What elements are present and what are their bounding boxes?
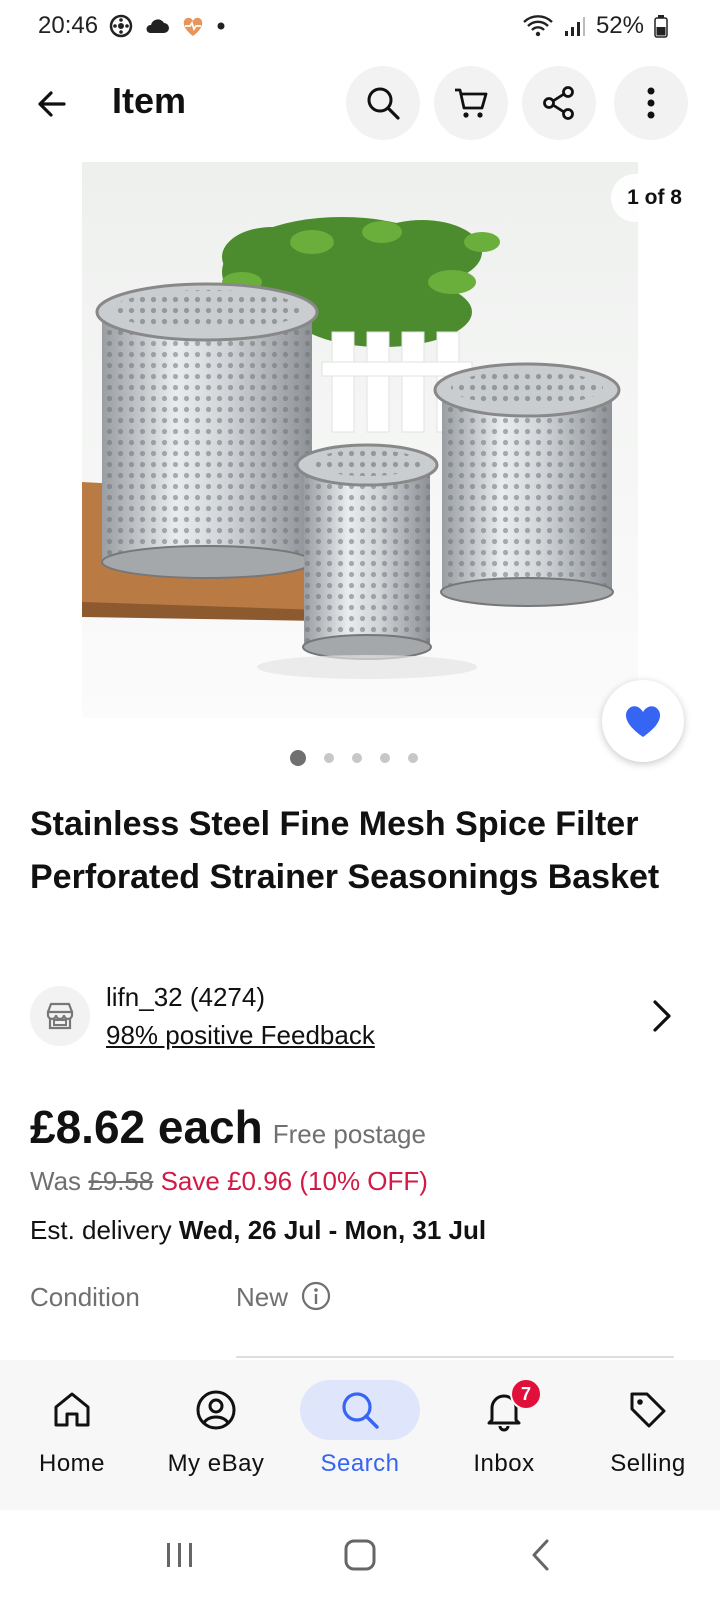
savings-text: Save £0.96 (10% OFF)	[160, 1166, 428, 1196]
status-right: 52%	[522, 12, 668, 40]
back-system-button[interactable]	[510, 1525, 570, 1585]
back-button[interactable]	[30, 82, 74, 126]
heart-icon	[625, 706, 661, 737]
nav-selling-label: Selling	[610, 1450, 686, 1477]
cart-button[interactable]	[434, 66, 508, 140]
gallery-pagination	[290, 750, 418, 766]
inbox-badge: 7	[510, 1378, 542, 1410]
share-icon	[543, 86, 574, 120]
more-vertical-icon	[647, 87, 655, 119]
pagination-dot-2[interactable]	[324, 753, 334, 763]
pagination-dot-1[interactable]	[290, 750, 306, 766]
search-button[interactable]	[346, 66, 420, 140]
cart-icon	[455, 88, 488, 118]
recents-icon	[167, 1543, 192, 1567]
nav-my-ebay-label: My eBay	[167, 1450, 265, 1477]
recents-button[interactable]	[150, 1525, 210, 1585]
battery-percent: 52%	[595, 12, 644, 39]
section-divider	[236, 1356, 674, 1358]
chevron-left-icon	[532, 1539, 549, 1571]
tag-icon	[630, 1392, 666, 1428]
nav-home-label: Home	[38, 1450, 106, 1477]
app-bar: Item	[0, 62, 720, 142]
image-gallery[interactable]: 1 of 8	[0, 162, 720, 762]
nav-inbox[interactable]: 7 Inbox	[432, 1360, 576, 1510]
clock: 20:46	[38, 12, 99, 39]
bottom-nav: Home My eBay Search 7 Inbox Selling	[0, 1360, 720, 1510]
nav-search-icon-wrap	[300, 1380, 420, 1440]
nav-inbox-icon-wrap: 7	[444, 1378, 564, 1440]
price-row: £8.62 each Free postage	[30, 1100, 426, 1154]
nav-home[interactable]: Home	[0, 1360, 144, 1510]
status-bar: 20:46 52%	[0, 0, 720, 52]
nav-search[interactable]: Search	[288, 1360, 432, 1510]
app-notification-icon	[108, 13, 134, 39]
share-button[interactable]	[522, 66, 596, 140]
delivery-row: Est. delivery Wed, 26 Jul - Mon, 31 Jul	[30, 1215, 486, 1246]
system-nav-bar	[0, 1510, 720, 1600]
status-left: 20:46	[38, 12, 226, 40]
pagination-dot-3[interactable]	[352, 753, 362, 763]
item-price: £8.62 each	[30, 1101, 263, 1153]
search-icon	[367, 87, 400, 120]
item-title: Stainless Steel Fine Mesh Spice Filter P…	[30, 805, 660, 896]
nav-selling-icon-wrap	[588, 1380, 708, 1440]
postage-info: Free postage	[272, 1119, 426, 1149]
seller-avatar	[30, 986, 90, 1046]
seller-card[interactable]: lifn_32 (4274) 98% positive Feedback	[30, 982, 690, 1062]
store-icon	[46, 1002, 74, 1030]
condition-value: New	[236, 1282, 289, 1312]
pagination-dot-5[interactable]	[408, 753, 418, 763]
condition-row: Condition New	[30, 1280, 690, 1322]
was-label: Was	[30, 1166, 82, 1196]
nav-search-label: Search	[320, 1450, 400, 1477]
account-icon	[196, 1390, 236, 1430]
home-square-icon	[344, 1539, 376, 1571]
nav-inbox-label: Inbox	[473, 1450, 535, 1477]
pagination-dot-4[interactable]	[380, 753, 390, 763]
was-price-row: Was £9.58 Save £0.96 (10% OFF)	[30, 1166, 428, 1197]
condition-label: Condition	[30, 1282, 140, 1312]
more-options-button[interactable]	[614, 66, 688, 140]
nav-my-ebay-icon-wrap	[156, 1380, 276, 1440]
home-system-button[interactable]	[330, 1525, 390, 1585]
arrow-left-icon	[38, 91, 66, 117]
page-title: Item	[112, 80, 187, 121]
battery-icon	[654, 14, 668, 38]
search-icon	[342, 1392, 379, 1429]
wifi-icon	[522, 14, 554, 38]
home-icon	[54, 1392, 90, 1427]
signal-icon	[564, 15, 586, 37]
watch-button[interactable]	[602, 680, 684, 762]
delivery-label: Est. delivery	[30, 1215, 172, 1245]
product-image	[82, 162, 638, 718]
nav-home-icon-wrap	[12, 1380, 132, 1440]
product-photo[interactable]	[82, 162, 638, 718]
seller-feedback-link[interactable]: 98% positive Feedback	[106, 1020, 375, 1051]
nav-my-ebay[interactable]: My eBay	[144, 1360, 288, 1510]
cloud-icon	[144, 16, 170, 36]
info-icon[interactable]	[300, 1280, 332, 1312]
seller-name: lifn_32 (4274)	[106, 982, 265, 1012]
health-icon	[180, 14, 206, 38]
was-price: £9.58	[88, 1166, 154, 1196]
delivery-dates: Wed, 26 Jul - Mon, 31 Jul	[178, 1215, 487, 1245]
nav-selling[interactable]: Selling	[576, 1360, 720, 1510]
image-counter: 1 of 8	[611, 174, 698, 222]
dot-icon	[216, 21, 226, 31]
chevron-right-icon[interactable]	[642, 996, 682, 1036]
